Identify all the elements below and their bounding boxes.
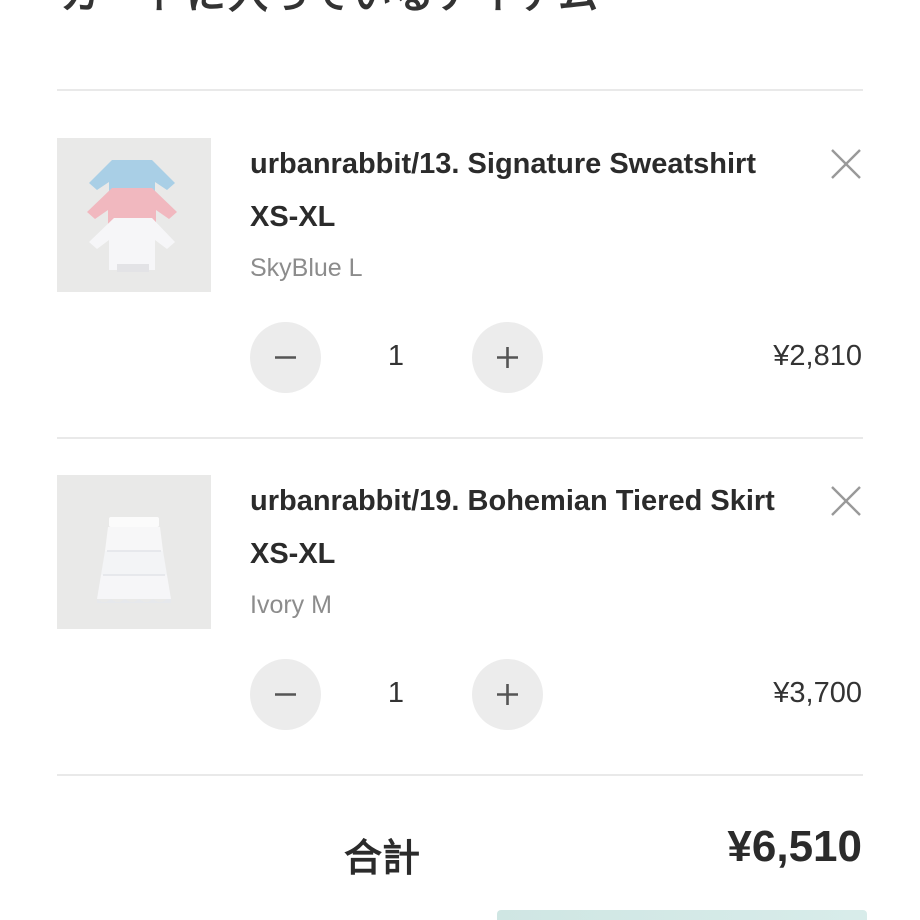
quantity-value: 1: [387, 677, 405, 709]
divider-middle: [57, 437, 863, 439]
decrease-quantity-button[interactable]: [250, 659, 321, 730]
minus-icon: [275, 693, 296, 696]
product-thumbnail[interactable]: [57, 475, 211, 629]
divider-top: [57, 89, 863, 91]
item-variant: SkyBlue L: [250, 254, 363, 282]
item-title[interactable]: urbanrabbit/19. Bohemian Tiered Skirt XS…: [250, 475, 810, 581]
page-heading: カートに入っているアイテム: [60, 0, 600, 20]
total-value: ¥6,510: [727, 822, 862, 871]
product-thumbnail[interactable]: [57, 138, 211, 292]
quantity-value: 1: [387, 340, 405, 372]
close-icon: [831, 486, 861, 516]
plus-icon: [497, 684, 518, 705]
decrease-quantity-button[interactable]: [250, 322, 321, 393]
increase-quantity-button[interactable]: [472, 322, 543, 393]
remove-item-button[interactable]: [826, 481, 866, 521]
minus-icon: [275, 356, 296, 359]
divider-bottom: [57, 774, 863, 776]
item-variant: Ivory M: [250, 591, 332, 619]
bottom-link-partial[interactable]: [497, 910, 867, 920]
item-price: ¥2,810: [773, 340, 862, 372]
item-price: ¥3,700: [773, 677, 862, 709]
plus-icon: [497, 347, 518, 368]
increase-quantity-button[interactable]: [472, 659, 543, 730]
close-icon: [831, 149, 861, 179]
item-title[interactable]: urbanrabbit/13. Signature Sweatshirt XS-…: [250, 138, 810, 244]
remove-item-button[interactable]: [826, 144, 866, 184]
total-label: 合計: [344, 836, 421, 880]
